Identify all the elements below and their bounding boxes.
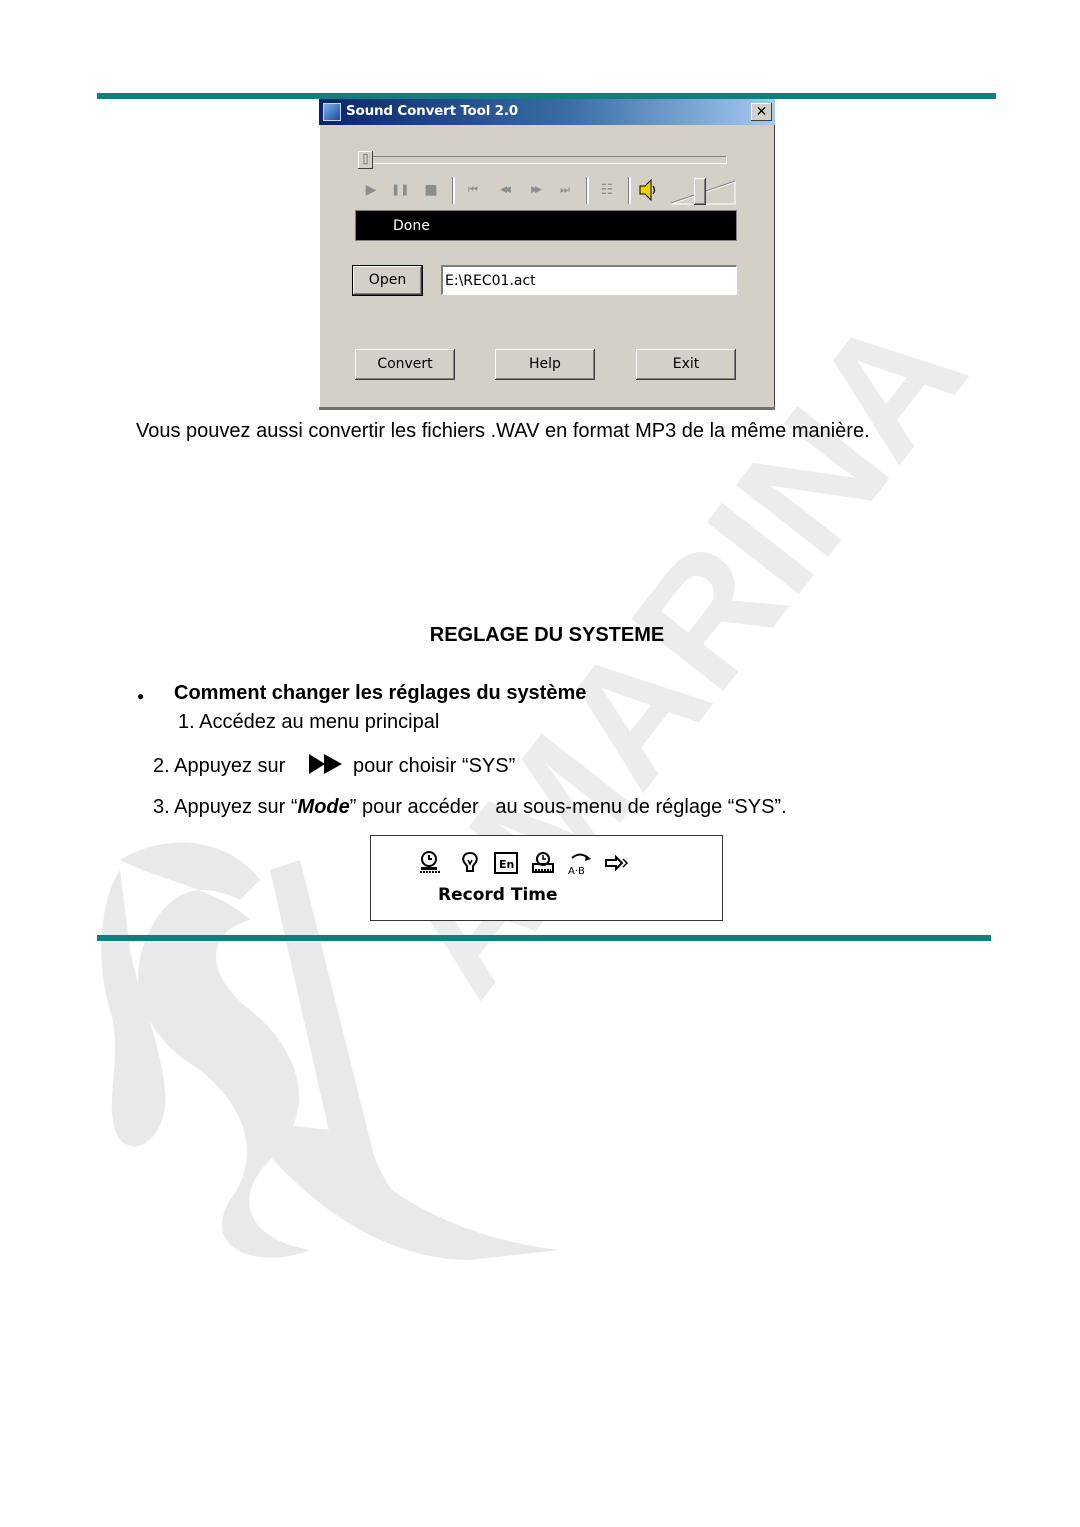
close-icon: ✕ [755,104,768,120]
next-button[interactable]: ⏭ [554,179,576,201]
repeat-ab-icon: A·B [568,853,591,876]
sound-convert-dialog: Sound Convert Tool 2.0 ✕ ⌷ ▶ ❚❚ ■ ⏮ ◀◀ ▶… [319,99,775,410]
stop-button[interactable]: ■ [421,179,441,201]
step-2-text: 2. Appuyez sur [153,755,286,777]
fast-forward-icon: ▶▶ [531,185,542,195]
svg-text:En: En [499,858,514,871]
pause-icon: ❚❚ [391,183,410,196]
fast-forward-icon [309,754,342,774]
rewind-icon: ◀◀ [500,185,511,195]
convert-button[interactable]: Convert [355,349,455,380]
lcd-screen: En A·B Record Time [370,835,723,921]
bottom-divider [97,935,991,941]
open-button[interactable]: Open [352,265,423,296]
seek-thumb[interactable]: ⌷ [358,151,373,169]
step-1: 1. Accédez au menu principal [178,711,440,733]
step-3-before: 3. Appuyez sur “ [153,796,298,818]
wav-conversion-paragraph: Vous pouvez aussi convertir les fichiers… [136,420,870,442]
status-display: Done [355,210,737,241]
step-3: 3. Appuyez sur “Mode” pour accéder au so… [153,796,787,819]
fast-forward-button[interactable]: ▶▶ [524,179,546,201]
previous-icon: ⏮ [468,183,478,196]
rewind-button[interactable]: ◀◀ [493,179,515,201]
seek-slider[interactable] [359,156,727,164]
playlist-button[interactable]: ☷ [597,179,617,201]
title-bar[interactable]: Sound Convert Tool 2.0 ✕ [319,99,775,125]
record-time-icon [420,851,440,873]
toolbar-separator [628,177,631,204]
play-icon: ▶ [365,182,377,198]
app-icon [323,103,341,121]
window-title: Sound Convert Tool 2.0 [346,103,518,119]
section-heading: REGLAGE DU SYSTEME [429,624,665,646]
power-off-timer-icon [532,852,554,873]
close-button[interactable]: ✕ [751,103,772,121]
toolbar-separator [586,177,589,204]
play-button[interactable]: ▶ [361,179,381,201]
exit-button[interactable]: Exit [636,349,736,380]
volume-thumb[interactable] [694,178,707,205]
backlight-icon [462,851,478,872]
step-3-after: ” pour accéder au sous-menu de réglage “… [349,796,787,818]
stop-icon: ■ [424,182,438,198]
status-text: Done [393,218,430,234]
playlist-icon: ☷ [600,182,614,198]
bullet-icon: ● [137,689,145,703]
step-2-text-after: pour choisir “SYS” [353,755,516,777]
bullet-heading: Comment changer les réglages du système [174,682,587,704]
pause-button[interactable]: ❚❚ [391,179,409,201]
mode-keyword: Mode [297,796,350,818]
svg-text:A·B: A·B [568,866,585,876]
help-button[interactable]: Help [495,349,595,380]
language-icon: En [494,852,518,874]
toolbar-separator [452,177,455,204]
previous-button[interactable]: ⏮ [462,179,484,201]
dialog-bottom-edge [319,407,775,410]
exit-icon [605,854,629,872]
speaker-icon[interactable] [637,178,657,202]
next-icon: ⏭ [560,183,570,196]
lcd-label: Record Time [438,885,558,905]
file-path-input[interactable] [441,265,737,295]
